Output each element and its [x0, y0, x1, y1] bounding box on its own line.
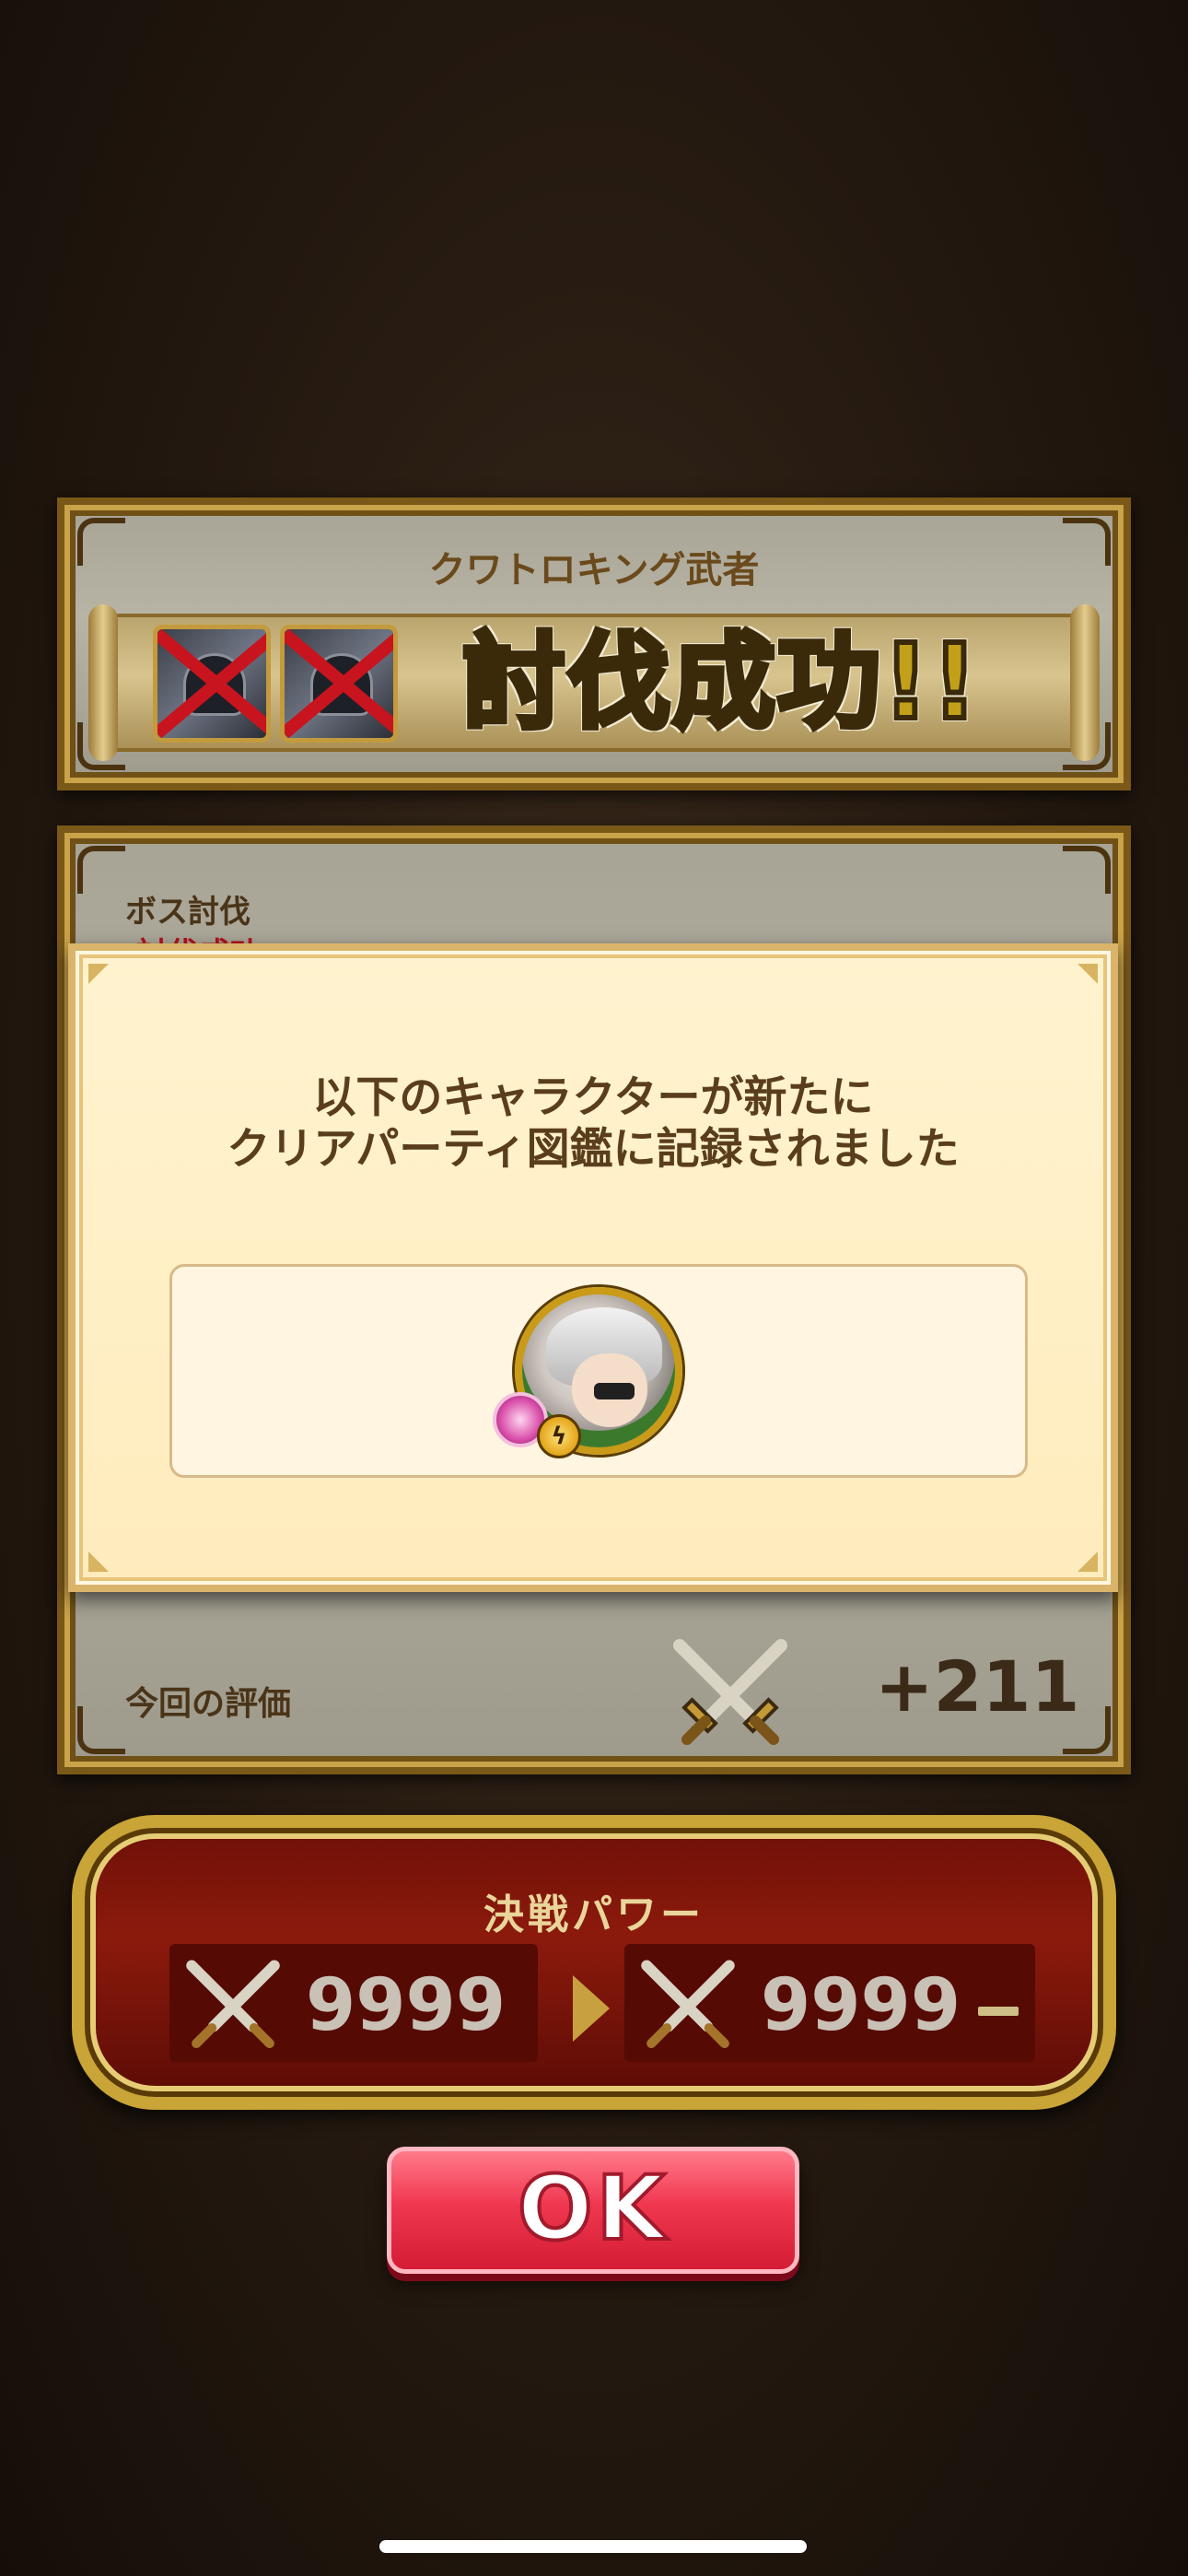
- ok-button[interactable]: OK: [387, 2147, 799, 2274]
- victory-scroll-banner: 討伐成功!!: [88, 604, 1100, 761]
- defeated-boss-icon: [280, 625, 398, 743]
- crossed-swords-icon: [673, 1639, 787, 1745]
- new-record-dialog: 以下のキャラクターが新たに クリアパーティ図鑑に記録されました ϟ: [68, 943, 1118, 1592]
- recorded-character-list: ϟ: [169, 1264, 1028, 1478]
- result-header-panel: クワトロキング武者 討伐成功!!: [57, 498, 1131, 790]
- defeated-boss-icon: [153, 625, 271, 743]
- no-change-dash-icon: [978, 2007, 1019, 2016]
- boss-name: クワトロキング武者: [428, 549, 760, 591]
- power-before-slot: 9999: [169, 1944, 538, 2062]
- character-element-badge-icon: ϟ: [537, 1414, 581, 1458]
- battle-power-plate: 決戦パワー 9999 9999: [72, 1815, 1116, 2110]
- triangle-right-icon: [573, 1975, 610, 2042]
- panel-corner-ornament: [77, 1706, 125, 1754]
- power-after-slot: 9999: [624, 1944, 1035, 2062]
- evaluation-label: 今回の評価: [125, 1685, 292, 1723]
- dialog-message: 以下のキャラクターが新たに クリアパーティ図鑑に記録されました: [76, 1072, 1111, 1176]
- dialog-corner-ornament: [1077, 1551, 1098, 1572]
- dialog-message-line2: クリアパーティ図鑑に記録されました: [227, 1124, 960, 1175]
- dialog-corner-ornament: [1077, 964, 1098, 984]
- dialog-corner-ornament: [88, 1551, 109, 1572]
- dialog-message-line1: 以下のキャラクターが新たに: [312, 1072, 874, 1123]
- home-indicator[interactable]: [379, 2540, 807, 2553]
- panel-corner-ornament: [1063, 846, 1111, 894]
- power-before-value: 9999: [306, 1964, 507, 2047]
- victory-text: 討伐成功!!: [460, 620, 981, 745]
- panel-corner-ornament: [77, 846, 125, 894]
- crossed-swords-icon: [641, 1960, 735, 2049]
- boss-defeat-label: ボス討伐: [125, 894, 250, 931]
- power-after-value: 9999: [761, 1964, 961, 2047]
- dialog-corner-ornament: [88, 964, 109, 984]
- battle-power-title: 決戦パワー: [483, 1891, 705, 1938]
- evaluation-value: +211: [875, 1645, 1080, 1727]
- crossed-swords-icon: [186, 1960, 280, 2049]
